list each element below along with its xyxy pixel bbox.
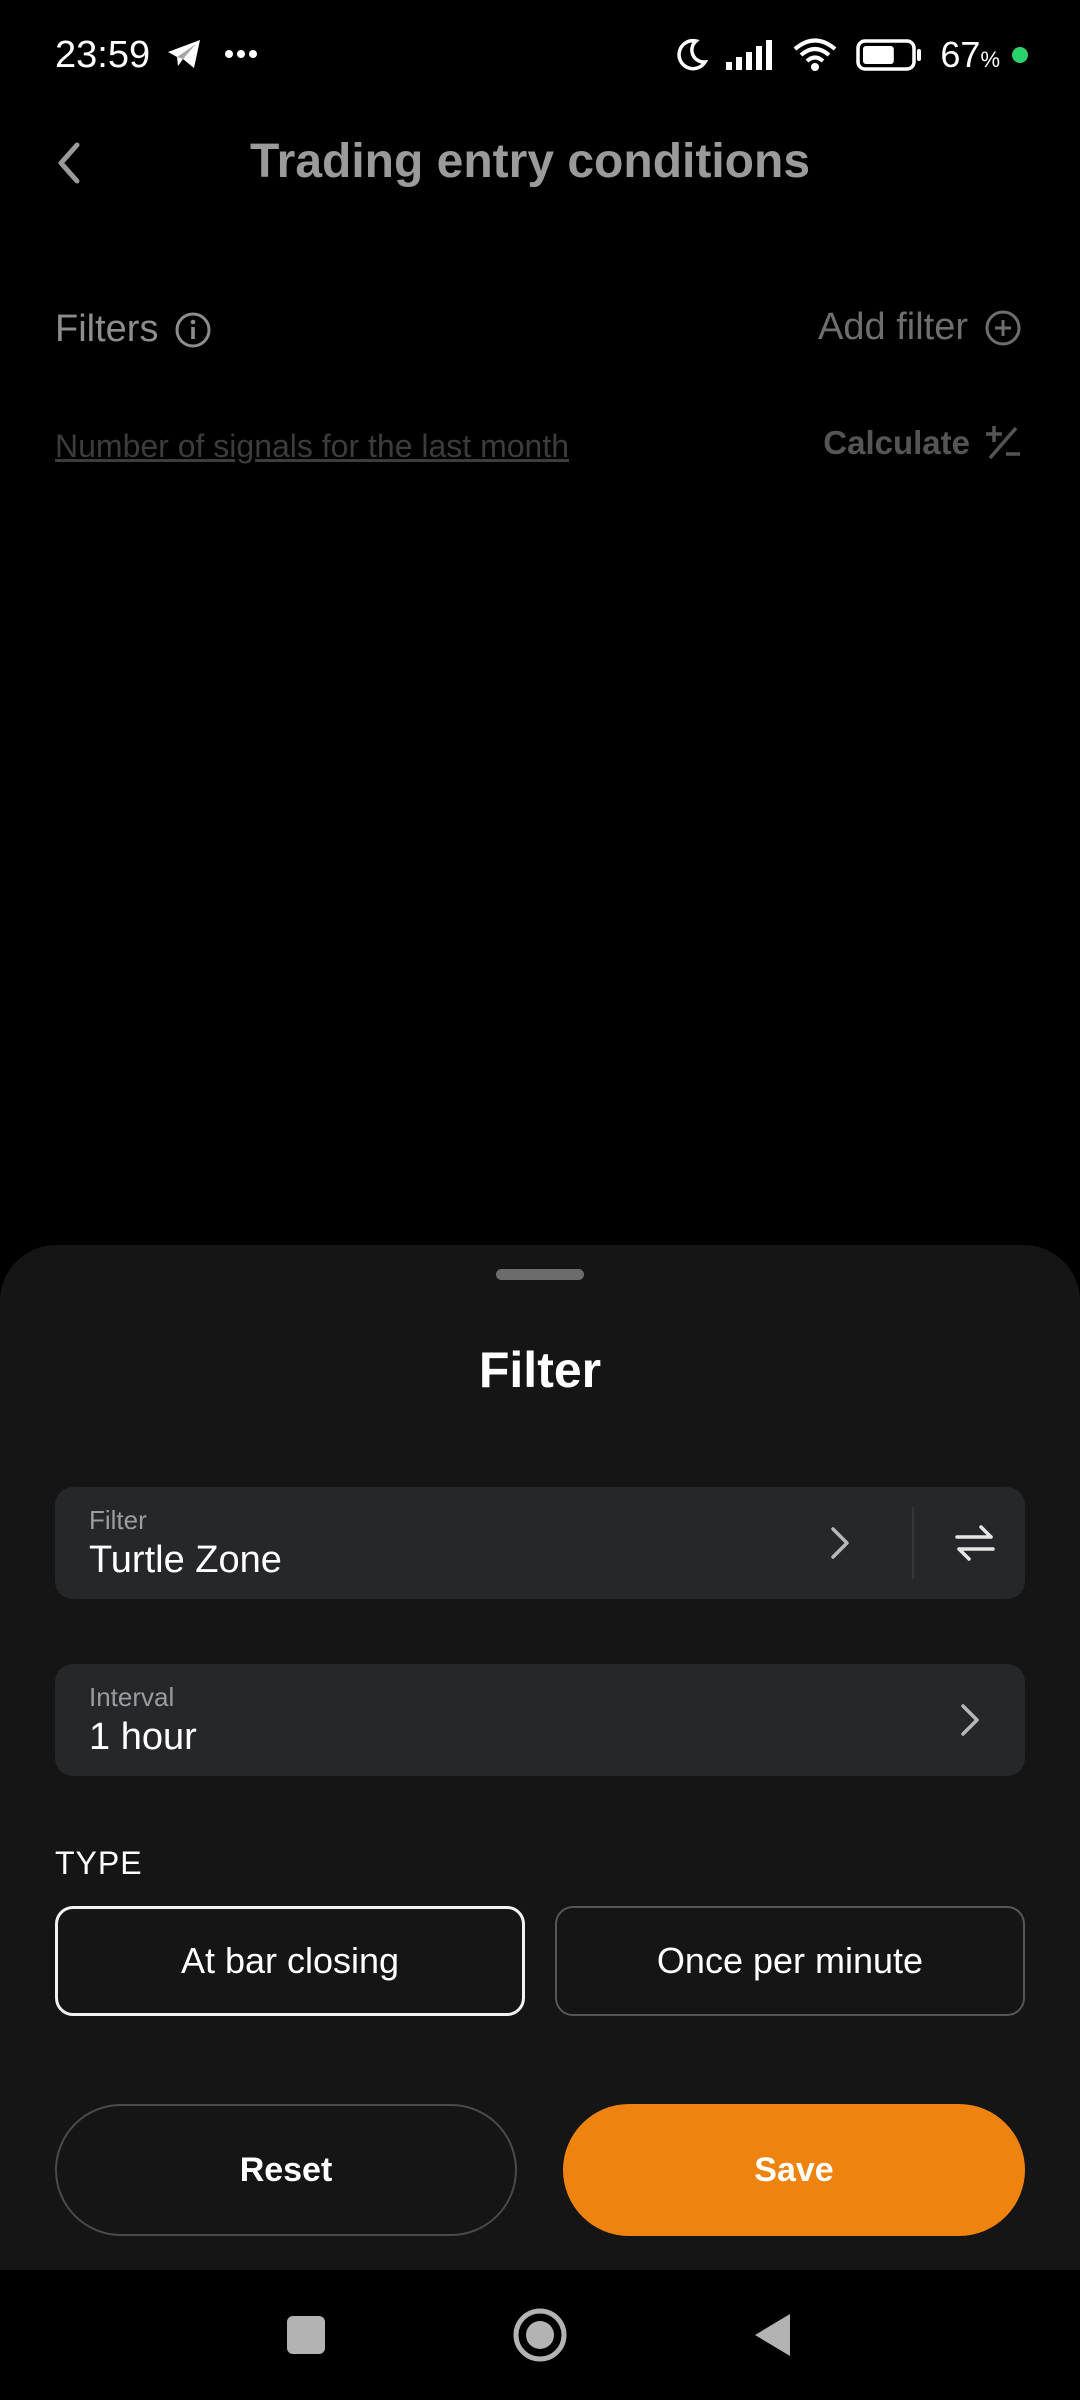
type-option-once-per-minute[interactable]: Once per minute <box>555 1906 1025 2016</box>
filters-label: Filters <box>55 308 159 350</box>
plus-circle-icon <box>985 310 1021 345</box>
chevron-right-icon <box>831 1527 849 1559</box>
interval-field-label: Interval <box>89 1682 175 1712</box>
interval-field-value: 1 hour <box>89 1716 197 1758</box>
status-system-icons: 67% <box>674 34 1028 76</box>
signal-icon <box>726 40 773 70</box>
filter-field-label: Filter <box>89 1505 147 1535</box>
status-notification-icons <box>166 38 258 70</box>
field-divider <box>912 1507 914 1579</box>
chevron-right-icon <box>961 1704 979 1736</box>
reset-button[interactable]: Reset <box>55 2104 517 2236</box>
interval-select-field[interactable]: Interval 1 hour <box>55 1664 1025 1776</box>
back-triangle-icon[interactable] <box>752 2312 792 2358</box>
filter-field-value: Turtle Zone <box>89 1539 282 1581</box>
page-title: Trading entry conditions <box>249 135 811 188</box>
moon-icon <box>677 38 709 71</box>
swap-arrows-icon[interactable] <box>945 1513 1005 1573</box>
signals-count-link[interactable]: Number of signals for the last month <box>55 428 569 465</box>
privacy-indicator-dot <box>1012 47 1028 63</box>
plus-minus-icon <box>986 426 1020 460</box>
sheet-title: Filter <box>478 1342 602 1398</box>
info-icon[interactable] <box>174 311 212 349</box>
calculate-button[interactable]: Calculate <box>823 424 1022 462</box>
recent-apps-icon[interactable] <box>287 2316 325 2354</box>
filter-select-field[interactable]: Filter Turtle Zone <box>55 1487 1025 1599</box>
battery-icon <box>856 39 922 71</box>
sheet-drag-handle[interactable] <box>496 1269 584 1280</box>
telegram-icon <box>168 40 200 68</box>
status-bar: 23:59 67% <box>0 0 1080 115</box>
home-icon[interactable] <box>512 2307 568 2363</box>
calculate-label: Calculate <box>823 424 970 461</box>
filters-heading: Filters <box>55 308 212 351</box>
add-filter-label: Add filter <box>818 306 968 348</box>
add-filter-button[interactable]: Add filter <box>818 306 1022 349</box>
type-option-at-bar-closing[interactable]: At bar closing <box>55 1906 525 2016</box>
save-button[interactable]: Save <box>563 2104 1025 2236</box>
type-section-label: TYPE <box>55 1845 143 1881</box>
filter-bottom-sheet: Filter Filter Turtle Zone Interval 1 hou… <box>0 1245 1080 2270</box>
more-dots-icon <box>225 50 257 58</box>
wifi-icon <box>794 38 837 71</box>
status-time: 23:59 <box>55 34 151 76</box>
battery-percent: 67% <box>940 34 1000 75</box>
system-navigation-bar <box>0 2270 1080 2400</box>
